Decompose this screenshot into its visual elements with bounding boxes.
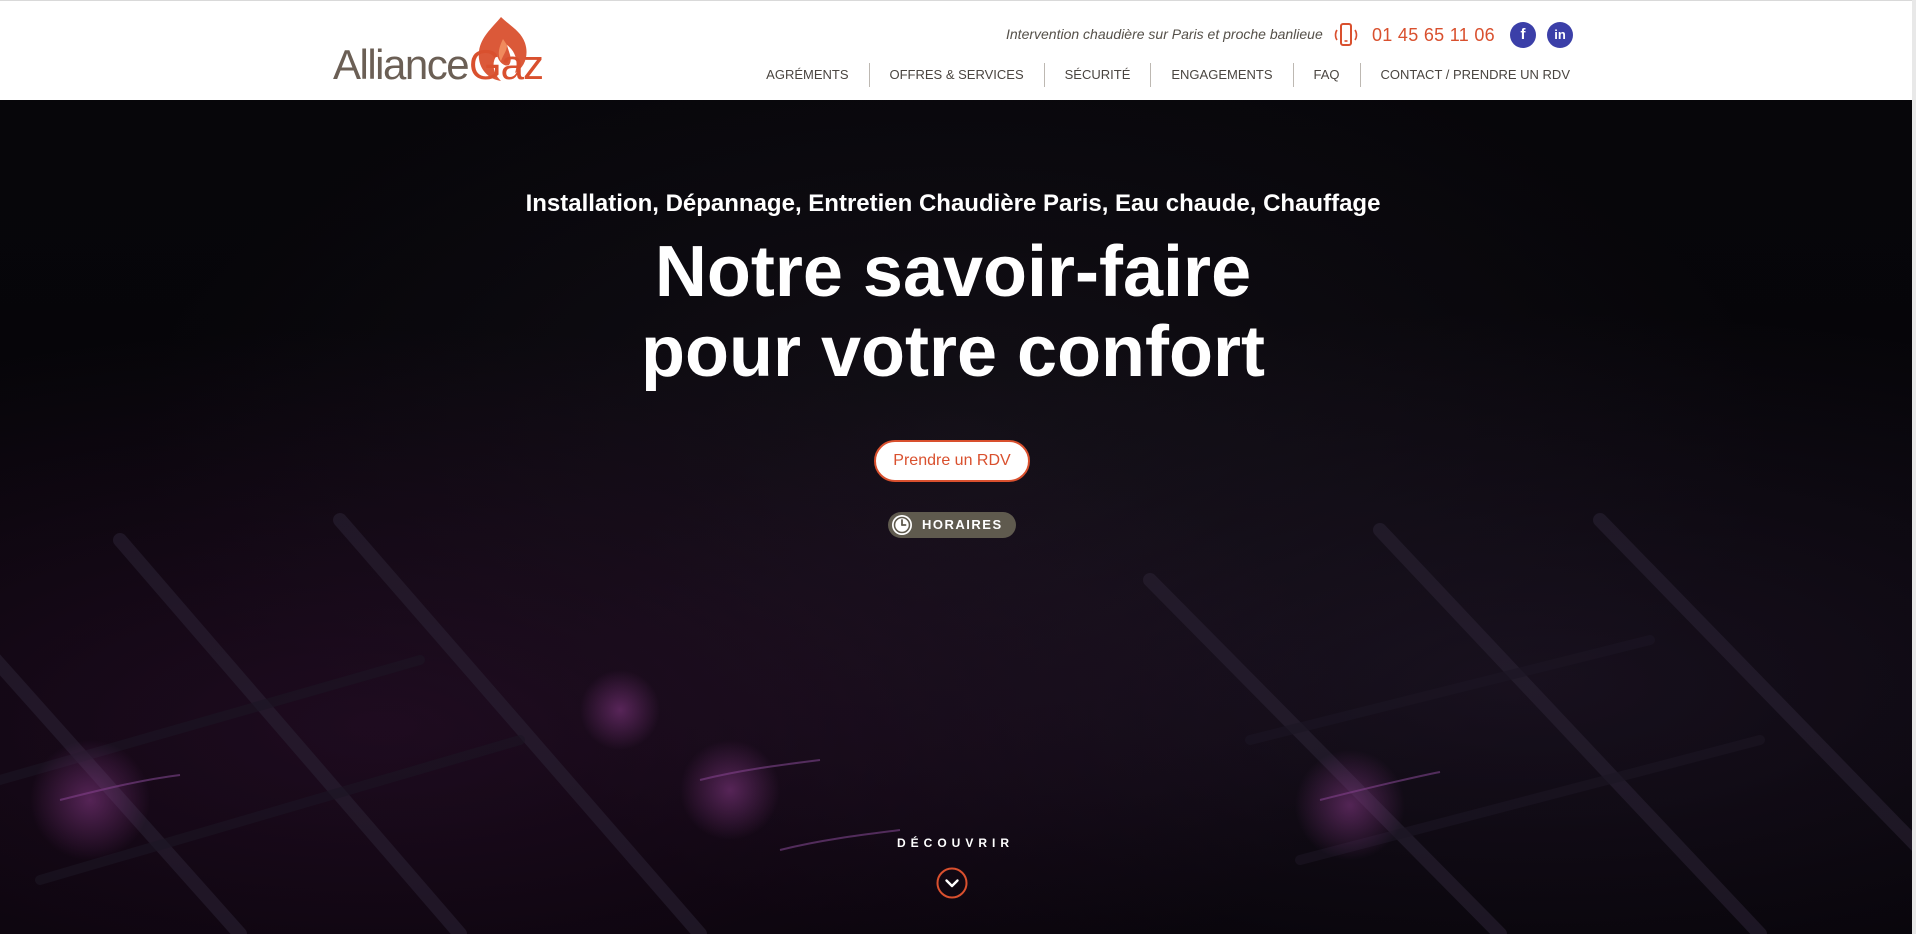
header-tagline: Intervention chaudière sur Paris et proc… xyxy=(1006,26,1323,42)
clock-icon xyxy=(892,515,912,535)
hours-label: HORAIRES xyxy=(922,517,1003,532)
page: Alliance Gaz Intervention chaudière sur … xyxy=(0,0,1916,934)
main-nav: AGRÉMENTS OFFRES & SERVICES SÉCURITÉ ENG… xyxy=(746,63,1570,87)
chevron-down-circle-icon[interactable] xyxy=(936,867,968,899)
logo-text-alliance: Alliance xyxy=(333,41,470,88)
smartphone-vibrate-icon xyxy=(1334,23,1358,46)
nav-item-faq[interactable]: FAQ xyxy=(1292,63,1360,87)
phone-number-link[interactable]: 01 45 65 11 06 xyxy=(1372,25,1495,46)
book-appointment-button[interactable]: Prendre un RDV xyxy=(874,440,1030,482)
alliance-gaz-logo[interactable]: Alliance Gaz xyxy=(333,15,555,88)
logo-text-gaz: Gaz xyxy=(469,41,544,88)
nav-item-agrements[interactable]: AGRÉMENTS xyxy=(746,63,868,87)
hero-headline: Notre savoir-faire pour votre confort xyxy=(0,232,1906,392)
hero-subtitle: Installation, Dépannage, Entretien Chaud… xyxy=(525,190,1381,217)
nav-item-securite[interactable]: SÉCURITÉ xyxy=(1043,63,1151,87)
discover-label: DÉCOUVRIR xyxy=(896,836,1014,850)
nav-item-offres-services[interactable]: OFFRES & SERVICES xyxy=(868,63,1044,87)
hero-headline-line-1: Notre savoir-faire xyxy=(654,232,1252,312)
site-header: Alliance Gaz Intervention chaudière sur … xyxy=(0,0,1912,100)
nav-item-contact-rdv[interactable]: CONTACT / PRENDRE UN RDV xyxy=(1359,63,1570,87)
facebook-icon[interactable]: f xyxy=(1510,22,1536,48)
linkedin-icon[interactable]: in xyxy=(1547,22,1573,48)
hours-button[interactable]: HORAIRES xyxy=(888,512,1016,538)
page-scrollbar[interactable] xyxy=(1912,0,1916,934)
hero-headline-line-2: pour votre confort xyxy=(641,312,1265,392)
hero-section: Installation, Dépannage, Entretien Chaud… xyxy=(0,100,1912,934)
nav-item-engagements[interactable]: ENGAGEMENTS xyxy=(1150,63,1292,87)
